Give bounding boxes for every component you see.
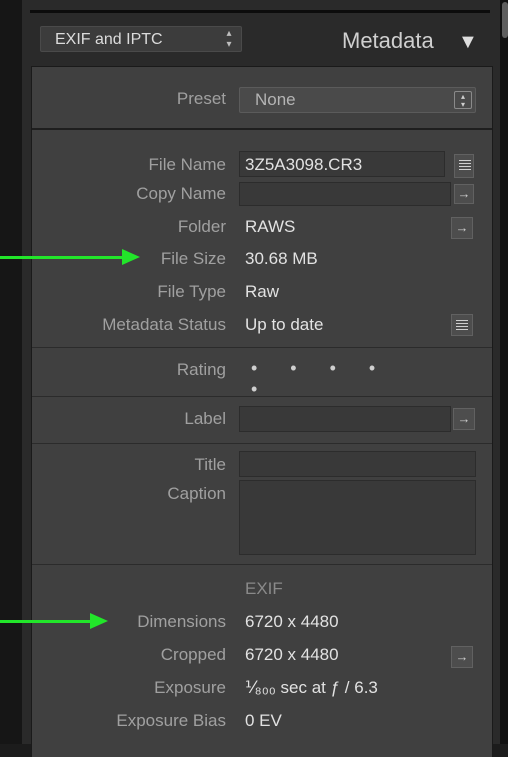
title-field[interactable]: [239, 451, 476, 477]
previous-panel-divider: [30, 10, 490, 13]
arrow-right-icon[interactable]: →: [453, 408, 475, 430]
arrow-right-icon[interactable]: →: [451, 646, 473, 668]
file-type-label: File Type: [157, 282, 226, 301]
arrow-right-icon[interactable]: →: [454, 184, 474, 204]
file-name-value[interactable]: 3Z5A3098.CR3: [245, 155, 362, 175]
green-arrow-icon: [0, 613, 108, 629]
exposure-bias-value: 0 EV: [245, 711, 282, 730]
metadata-status-value: Up to date: [245, 315, 324, 334]
title-label: Title: [194, 455, 227, 474]
metadata-panel-header[interactable]: EXIF and IPTC ▴ ▾ Metadata ▼: [30, 16, 492, 66]
rating-label: Rating: [176, 360, 226, 379]
preset-dropdown[interactable]: None ▴ ▾: [239, 87, 476, 113]
copy-name-field[interactable]: [239, 182, 451, 206]
panel-title: Metadata: [342, 28, 434, 53]
folder-value: RAWS: [245, 217, 296, 236]
panel-scrollbar-track[interactable]: [500, 0, 508, 744]
status-divider: [32, 347, 492, 348]
cropped-value: 6720 x 4480: [245, 645, 339, 664]
stepper-icon: ▴ ▾: [226, 28, 232, 50]
exposure-bias-label: Exposure Bias: [116, 711, 226, 730]
label-field[interactable]: [239, 406, 451, 432]
collapse-triangle-icon[interactable]: ▼: [458, 31, 478, 54]
preset-value: None: [255, 90, 296, 109]
copy-name-label: Copy Name: [136, 184, 226, 203]
folder-label: Folder: [177, 217, 226, 236]
metadata-view-label: EXIF and IPTC: [55, 31, 163, 48]
rating-divider: [32, 396, 492, 397]
stepper-icon: ▴ ▾: [454, 91, 472, 109]
preset-label: Preset: [176, 89, 226, 108]
preset-divider: [32, 128, 492, 130]
exposure-value: ⅟₈₀₀ sec at ƒ / 6.3: [245, 678, 378, 697]
exif-heading: EXIF: [245, 579, 283, 598]
caption-divider: [32, 564, 492, 565]
list-icon[interactable]: [451, 314, 473, 336]
exposure-label: Exposure: [154, 678, 226, 697]
dimensions-value: 6720 x 4480: [245, 612, 339, 631]
metadata-status-label: Metadata Status: [102, 315, 226, 334]
rating-stars[interactable]: • • • • •: [251, 358, 391, 399]
panel-scrollbar-thumb[interactable]: [502, 2, 508, 38]
label-label: Label: [184, 409, 226, 428]
file-size-label: File Size: [160, 249, 226, 268]
file-size-value: 30.68 MB: [245, 249, 318, 268]
metadata-view-dropdown[interactable]: EXIF and IPTC ▴ ▾: [40, 26, 242, 52]
file-name-label: File Name: [148, 155, 226, 174]
green-arrow-icon: [0, 249, 140, 265]
caption-label: Caption: [167, 484, 226, 503]
arrow-right-icon[interactable]: →: [451, 217, 473, 239]
file-type-value: Raw: [245, 282, 280, 301]
metadata-panel: Preset None ▴ ▾ File Name 3Z5A3098.CR3 Co…: [31, 66, 493, 757]
label-divider: [32, 443, 492, 444]
caption-field[interactable]: [239, 480, 476, 555]
cropped-label: Cropped: [160, 645, 226, 664]
list-icon[interactable]: [454, 154, 474, 178]
